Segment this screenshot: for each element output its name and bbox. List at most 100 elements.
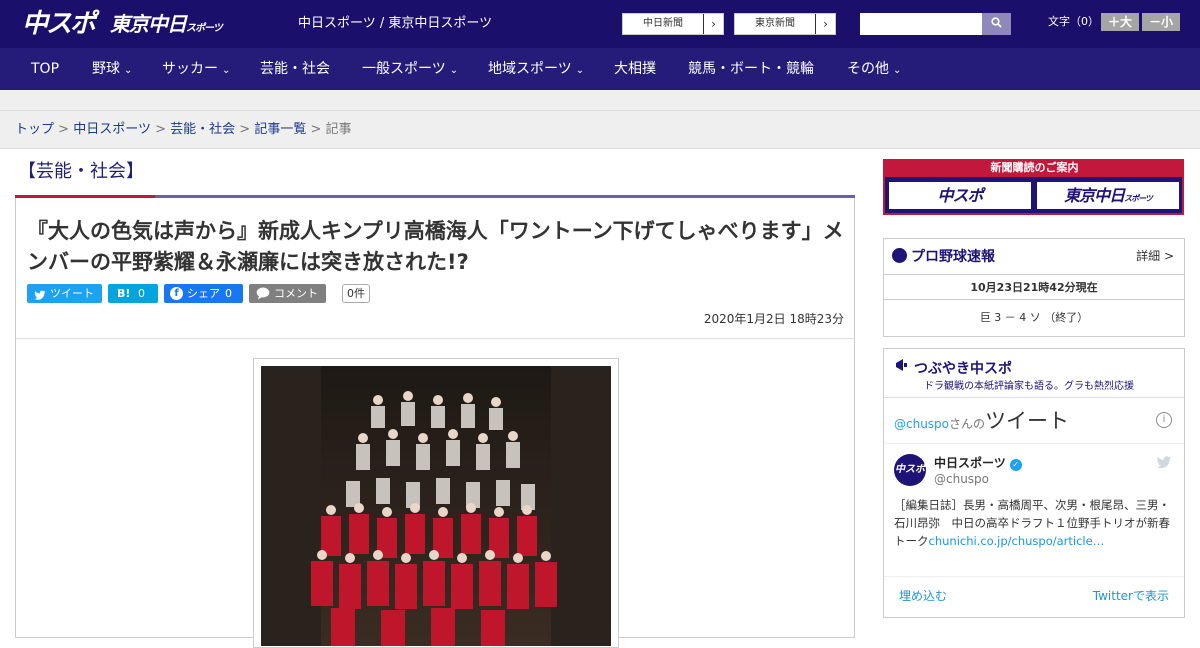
- nav-item-general-sports[interactable]: 一般スポーツ ⌄: [362, 48, 458, 90]
- tweet-account-name[interactable]: 中日スポーツ ✓: [934, 454, 1022, 471]
- tokyo-chunichi-logo[interactable]: 東京中日スポーツ: [110, 8, 223, 40]
- tweet-account-handle[interactable]: @chuspo: [934, 472, 989, 486]
- breadcrumb-separator: >: [310, 122, 322, 137]
- baseball-title-text: プロ野球速報: [911, 249, 995, 265]
- chunichi-shimbun-label: 中日新聞: [643, 18, 683, 29]
- group-photo: [261, 366, 611, 646]
- twitter-bird-icon[interactable]: [1156, 456, 1172, 472]
- nav-label: 大相撲: [614, 61, 656, 77]
- tokyo-logo-small: スポーツ: [186, 23, 223, 34]
- baseball-scores-header: プロ野球速報 詳細 >: [884, 239, 1184, 275]
- timeline-suffix: さんの: [949, 417, 986, 431]
- tsubuyaki-title-text: つぶやき中スポ: [914, 361, 1012, 377]
- subscribe-tokyo-chunichi-button[interactable]: 東京中日スポーツ: [1036, 181, 1180, 210]
- category-label: 【芸能・社会】: [18, 161, 144, 182]
- timeline-divider: [884, 443, 1184, 444]
- nav-item-top[interactable]: TOP: [31, 48, 59, 90]
- tweet-text: ［編集日誌］長男・高橋周平、次男・根尾昂、三男・石川昂弥 中日の高卒ドラフト１位…: [894, 496, 1176, 550]
- megaphone-icon: [894, 357, 910, 379]
- info-icon[interactable]: i: [1156, 412, 1172, 428]
- chevron-right-icon: ›: [815, 14, 835, 34]
- search-button[interactable]: [982, 13, 1011, 35]
- search-input[interactable]: [860, 13, 982, 35]
- tsubuyaki-subtitle: ドラ観戦の本紙評論家も語る。グラも熱烈応援: [924, 381, 1134, 392]
- nav-item-local-sports[interactable]: 地域スポーツ ⌄: [488, 48, 584, 90]
- timeline-footer-divider: [884, 576, 1184, 577]
- embed-link[interactable]: 埋め込む: [899, 587, 947, 604]
- facebook-share-button[interactable]: f シェア 0: [164, 284, 243, 303]
- nav-item-entertainment[interactable]: 芸能・社会: [260, 48, 330, 90]
- breadcrumb-item-entertainment[interactable]: 芸能・社会: [170, 122, 235, 137]
- chevron-down-icon: ⌄: [222, 65, 231, 76]
- timeline-label: ツイート: [985, 409, 1070, 433]
- subscription-banner[interactable]: 新聞購読のご案内 中スポ 東京中日スポーツ: [883, 159, 1184, 215]
- view-on-twitter-link[interactable]: Twitterで表示: [1093, 587, 1169, 604]
- article-date: 2020年1月2日 18時23分: [703, 312, 844, 326]
- baseball-scores: プロ野球速報 詳細 > 10月23日21時42分現在 巨 3 － 4 ソ （終了…: [883, 238, 1185, 337]
- tweet-button[interactable]: ツイート: [27, 284, 102, 303]
- hatena-icon: B!: [117, 287, 131, 300]
- chevron-down-icon: ⌄: [124, 65, 133, 76]
- baseball-timestamp: 10月23日21時42分現在: [884, 275, 1184, 300]
- nav-label: サッカー: [162, 61, 218, 77]
- font-increase-button[interactable]: ＋大: [1101, 13, 1139, 31]
- breadcrumb-item-article-list[interactable]: 記事一覧: [254, 122, 306, 137]
- font-decrease-button[interactable]: －小: [1142, 13, 1180, 31]
- article-divider: [16, 338, 854, 339]
- comment-button[interactable]: コメント: [249, 284, 326, 303]
- subscribe-tokyo-small: スポーツ: [1124, 194, 1153, 203]
- breadcrumb-item-chunichi-sports[interactable]: 中日スポーツ: [73, 122, 151, 137]
- speech-bubble-icon: [256, 287, 270, 306]
- baseball-scores-title: プロ野球速報: [892, 247, 995, 267]
- site-names: 中日スポーツ / 東京中日スポーツ: [298, 16, 493, 31]
- top-header: 中スポ 東京中日スポーツ 中日スポーツ / 東京中日スポーツ 中日新聞 › 東京…: [0, 0, 1200, 48]
- nav-label: 競馬・ボート・競輪: [688, 61, 814, 77]
- twitter-bird-icon: [34, 288, 46, 307]
- ad-strip: [0, 90, 1200, 111]
- chevron-right-icon: ›: [703, 14, 723, 34]
- tokyo-shimbun-link[interactable]: 東京新聞 ›: [734, 13, 836, 35]
- breadcrumb-current: 記事: [325, 122, 352, 137]
- hatena-bookmark-button[interactable]: B! 0: [108, 284, 158, 303]
- article-photo[interactable]: [253, 358, 619, 648]
- facebook-share-count: 0: [225, 287, 232, 300]
- tsubuyaki-title: つぶやき中スポ: [894, 357, 1012, 379]
- nav-label: TOP: [31, 61, 60, 77]
- article-title: 『大人の色気は声から』新成人キンプリ高橋海人「ワントーン下げてしゃべります」メン…: [27, 219, 844, 274]
- tokyo-shimbun-label: 東京新聞: [755, 18, 795, 29]
- article-card: 『大人の色気は声から』新成人キンプリ高橋海人「ワントーン下げてしゃべります」メン…: [15, 198, 855, 648]
- search-icon: [991, 17, 1002, 31]
- nav-item-other[interactable]: その他 ⌄: [847, 48, 901, 90]
- tweet-timeline: @chuspoさんのツイート i 中スポ 中日スポーツ ✓ @chuspo ［編集…: [884, 397, 1184, 604]
- account-name-text: 中日スポーツ: [934, 456, 1006, 470]
- avatar[interactable]: 中スポ: [894, 454, 926, 486]
- baseball-score-line[interactable]: 巨 3 － 4 ソ （終了）: [884, 300, 1184, 336]
- breadcrumb-item-top[interactable]: トップ: [15, 122, 54, 137]
- breadcrumb-separator: >: [155, 122, 166, 137]
- nav-item-soccer[interactable]: サッカー ⌄: [162, 48, 230, 90]
- nav-label: 野球: [92, 61, 120, 77]
- breadcrumb-separator: >: [239, 122, 251, 137]
- chevron-down-icon: ⌄: [575, 65, 585, 76]
- nav-item-baseball[interactable]: 野球 ⌄: [92, 48, 132, 90]
- nav-label: 地域スポーツ: [488, 61, 572, 77]
- twitter-widget: つぶやき中スポ ドラ観戦の本紙評論家も語る。グラも熱烈応援 @chuspoさんの…: [883, 348, 1185, 618]
- facebook-icon: f: [170, 287, 183, 300]
- baseball-detail-link[interactable]: 詳細 >: [1136, 247, 1174, 264]
- subscribe-chuspo-button[interactable]: 中スポ: [888, 181, 1032, 210]
- chunichi-shimbun-link[interactable]: 中日新聞 ›: [622, 13, 724, 35]
- nav-item-sumo[interactable]: 大相撲: [614, 48, 656, 90]
- subscribe-tokyo-label: 東京中日: [1064, 186, 1125, 205]
- chuspo-logo[interactable]: 中スポ: [22, 6, 96, 42]
- breadcrumb-list: トップ > 中日スポーツ > 芸能・社会 > 記事一覧 > 記事: [15, 121, 352, 139]
- comment-label: コメント: [274, 287, 318, 300]
- tweet-link[interactable]: chunichi.co.jp/chuspo/article…: [929, 534, 1105, 548]
- nav-item-racing[interactable]: 競馬・ボート・競輪: [688, 48, 814, 90]
- main-nav: TOP 野球 ⌄ サッカー ⌄ 芸能・社会 一般スポーツ ⌄ 地域スポーツ ⌄ 大相撲 …: [0, 48, 1200, 90]
- font-size-label: 文字（0）: [1048, 15, 1099, 28]
- verified-icon: ✓: [1009, 459, 1022, 471]
- timeline-handle[interactable]: @chuspo: [894, 417, 949, 431]
- facebook-share-label: シェア: [187, 287, 220, 300]
- subscription-heading: 新聞購読のご案内: [885, 159, 1184, 177]
- baseball-icon: [892, 248, 907, 263]
